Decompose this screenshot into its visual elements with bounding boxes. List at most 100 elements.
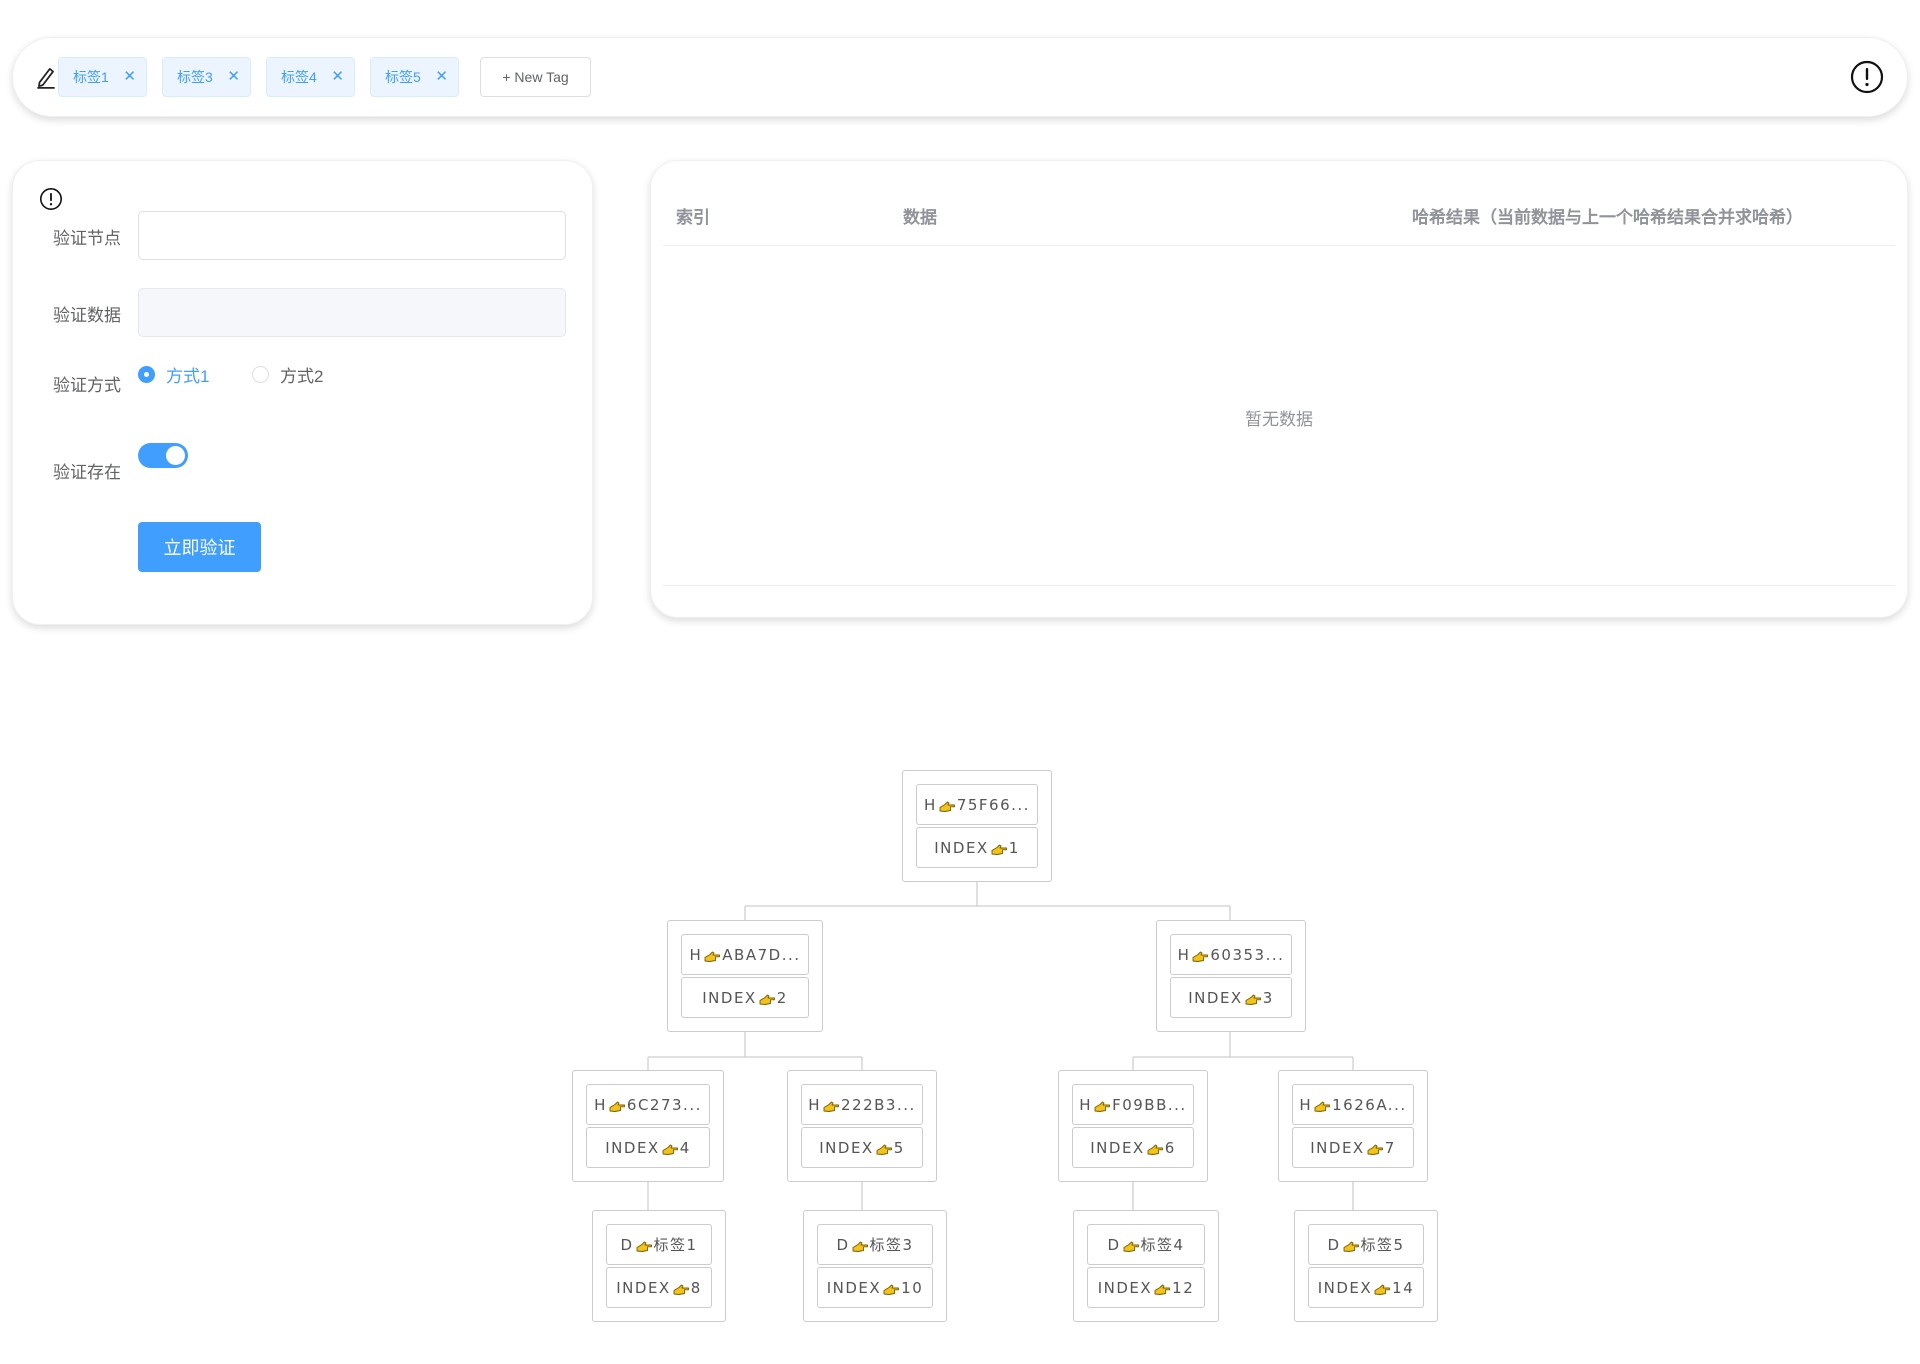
node-type: D (620, 1235, 634, 1254)
tag-item[interactable]: 标签3 ✕ (162, 57, 251, 97)
node-hash-row: H 60353... (1170, 934, 1292, 975)
result-table-card: 索引 数据 哈希结果（当前数据与上一个哈希结果合并求哈希） 暂无数据 (650, 160, 1908, 618)
tree-node[interactable]: H 6C273... INDEX 4 (572, 1070, 724, 1182)
tag-item[interactable]: 标签5 ✕ (370, 57, 459, 97)
node-type: H (1177, 945, 1191, 964)
pointing-hand-icon (759, 994, 775, 1005)
node-data-row: D 标签4 (1087, 1224, 1205, 1265)
node-hash-row: H 222B3... (801, 1084, 923, 1125)
node-input[interactable] (138, 211, 566, 260)
tree-node[interactable]: H ABA7D... INDEX 2 (667, 920, 823, 1032)
node-type: H (1299, 1095, 1313, 1114)
node-hash-value: 1626A... (1332, 1095, 1407, 1114)
data-label: 验证数据 (53, 306, 121, 325)
node-type: H (689, 945, 703, 964)
node-index-label: INDEX (1188, 988, 1243, 1007)
node-index-row: INDEX 5 (801, 1127, 923, 1168)
verify-submit-button[interactable]: 立即验证 (138, 522, 261, 572)
tree-node[interactable]: H 1626A... INDEX 7 (1278, 1070, 1428, 1182)
exist-label: 验证存在 (53, 463, 121, 482)
method-radio-option-1[interactable]: 方式1 (138, 363, 210, 386)
node-hash-value: 60353... (1210, 945, 1285, 964)
tree-node[interactable]: H 60353... INDEX 3 (1156, 920, 1306, 1032)
node-index-label: INDEX (1090, 1138, 1145, 1157)
node-index-label: INDEX (819, 1138, 874, 1157)
column-header-hash: 哈希结果（当前数据与上一个哈希结果合并求哈希） (1412, 208, 1803, 227)
node-index-label: INDEX (934, 838, 989, 857)
tag-item[interactable]: 标签1 ✕ (58, 57, 147, 97)
exclamation-circle-icon[interactable] (39, 187, 63, 211)
pencil-edit-icon[interactable] (33, 64, 59, 90)
tree-node[interactable]: H F09BB... INDEX 6 (1058, 1070, 1208, 1182)
node-index-label: INDEX (616, 1278, 671, 1297)
method-option-label: 方式2 (280, 366, 324, 386)
pointing-hand-icon (876, 1144, 892, 1155)
pointing-hand-icon (1094, 1101, 1111, 1112)
node-type: H (1079, 1095, 1093, 1114)
empty-state-text: 暂无数据 (1245, 410, 1313, 429)
node-index-row: INDEX 6 (1072, 1127, 1194, 1168)
node-data-row: D 标签5 (1308, 1224, 1424, 1265)
tag-label: 标签3 (177, 69, 213, 85)
node-index-value: 6 (1164, 1138, 1176, 1157)
tree-node[interactable]: H 75F66... INDEX 1 (902, 770, 1052, 882)
tag-label: 标签4 (281, 69, 317, 85)
pointing-hand-icon (636, 1241, 652, 1252)
node-data-row: D 标签1 (606, 1224, 712, 1265)
node-hash-value: F09BB... (1112, 1095, 1187, 1114)
tree-node[interactable]: D 标签4 INDEX 12 (1073, 1210, 1219, 1322)
method-radio-option-2[interactable]: 方式2 (252, 363, 324, 386)
node-index-row: INDEX 1 (916, 827, 1038, 868)
close-icon[interactable]: ✕ (227, 58, 240, 96)
tree-node[interactable]: D 标签1 INDEX 8 (592, 1210, 726, 1322)
node-data-value: 标签5 (1360, 1236, 1405, 1254)
merkle-tree: H 75F66... INDEX 1 H ABA7D... INDEX 2 H … (0, 760, 1920, 1350)
node-index-value: 1 (1008, 838, 1020, 857)
node-type: H (594, 1095, 607, 1114)
exist-toggle[interactable] (138, 443, 188, 468)
method-option-label: 方式1 (166, 366, 210, 386)
radio-checked-icon[interactable] (138, 365, 155, 383)
table-bottom-divider (663, 585, 1895, 586)
pointing-hand-icon (662, 1144, 678, 1155)
tag-label: 标签5 (385, 69, 421, 85)
node-type: H (924, 795, 937, 814)
pointing-hand-icon (673, 1284, 689, 1295)
pointing-hand-icon (823, 1101, 839, 1112)
node-label: 验证节点 (53, 229, 121, 248)
node-type: D (1107, 1235, 1121, 1254)
tree-node[interactable]: H 222B3... INDEX 5 (787, 1070, 937, 1182)
close-icon[interactable]: ✕ (331, 58, 344, 96)
close-icon[interactable]: ✕ (123, 58, 136, 96)
node-data-value: 标签4 (1140, 1236, 1185, 1254)
node-hash-row: H F09BB... (1072, 1084, 1194, 1125)
node-hash-row: H ABA7D... (681, 934, 809, 975)
pointing-hand-icon (1314, 1101, 1331, 1112)
radio-unchecked-icon[interactable] (252, 365, 269, 383)
data-input[interactable] (138, 288, 566, 337)
tag-label: 标签1 (73, 69, 109, 85)
pointing-hand-icon (991, 844, 1007, 855)
tree-node[interactable]: D 标签5 INDEX 14 (1294, 1210, 1438, 1322)
exclamation-circle-icon[interactable] (1850, 60, 1884, 94)
node-index-row: INDEX 7 (1292, 1127, 1414, 1168)
node-index-row: INDEX 8 (606, 1267, 712, 1308)
node-index-value: 3 (1262, 988, 1274, 1007)
node-index-row: INDEX 3 (1170, 977, 1292, 1018)
node-data-row: D 标签3 (817, 1224, 933, 1265)
node-index-row: INDEX 4 (586, 1127, 710, 1168)
node-hash-row: H 1626A... (1292, 1084, 1414, 1125)
node-index-label: INDEX (1317, 1278, 1373, 1297)
node-index-label: INDEX (1310, 1138, 1365, 1157)
close-icon[interactable]: ✕ (435, 58, 448, 96)
node-hash-row: H 6C273... (586, 1084, 710, 1125)
node-data-value: 标签1 (653, 1236, 698, 1254)
node-index-label: INDEX (605, 1138, 660, 1157)
column-header-index: 索引 (676, 208, 710, 227)
pointing-hand-icon (1374, 1284, 1391, 1295)
pointing-hand-icon (1245, 994, 1261, 1005)
node-index-row: INDEX 2 (681, 977, 809, 1018)
tag-item[interactable]: 标签4 ✕ (266, 57, 355, 97)
tree-node[interactable]: D 标签3 INDEX 10 (803, 1210, 947, 1322)
new-tag-button[interactable]: + New Tag (480, 57, 591, 97)
